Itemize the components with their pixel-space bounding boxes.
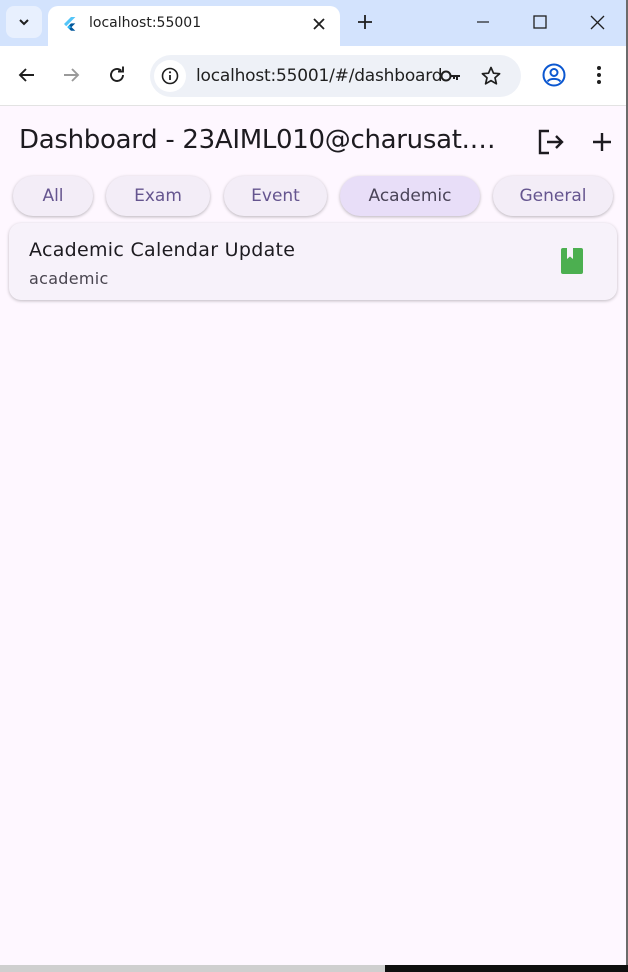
- browser-menu-button[interactable]: [585, 61, 613, 89]
- new-tab-button[interactable]: [352, 9, 378, 35]
- chip-label: Academic: [368, 186, 452, 206]
- filter-chip-event[interactable]: Event: [224, 176, 327, 216]
- chip-label: General: [519, 186, 587, 206]
- url-text[interactable]: localhost:55001/#/dashboard: [196, 66, 443, 86]
- close-icon: [590, 15, 604, 29]
- key-icon: [440, 70, 460, 82]
- star-icon: [481, 66, 501, 85]
- add-notice-button[interactable]: [586, 126, 618, 158]
- profile-icon: [542, 63, 566, 87]
- logout-button[interactable]: [535, 126, 567, 158]
- maximize-button[interactable]: [517, 7, 563, 37]
- notice-title: Academic Calendar Update: [29, 239, 296, 261]
- kebab-menu-icon: [597, 66, 601, 84]
- reload-icon: [110, 66, 124, 82]
- taskbar-strip: [0, 965, 385, 972]
- notice-category: academic: [29, 269, 109, 288]
- browser-window: localhost:55001 localhost:55001/#/dashbo…: [0, 0, 626, 965]
- chip-label: Exam: [134, 186, 182, 206]
- page-title: Dashboard - 23AIML010@charusat.edu.in: [19, 125, 509, 155]
- chip-label: Event: [251, 186, 300, 206]
- arrow-left-icon: [18, 68, 34, 82]
- forward-button[interactable]: [57, 61, 85, 89]
- filter-chip-all[interactable]: All: [13, 176, 93, 216]
- tab-close-button[interactable]: [310, 15, 328, 33]
- maximize-icon: [533, 15, 547, 29]
- minimize-icon: [477, 21, 489, 23]
- reload-button[interactable]: [103, 61, 131, 89]
- taskbar-strip-dark: [385, 965, 628, 972]
- bookmark-button[interactable]: [479, 64, 503, 88]
- arrow-right-icon: [64, 68, 80, 82]
- browser-tab[interactable]: localhost:55001: [48, 6, 340, 46]
- close-icon: [313, 18, 325, 30]
- filter-chip-general[interactable]: General: [493, 176, 613, 216]
- profile-button[interactable]: [540, 61, 568, 89]
- filter-chip-exam[interactable]: Exam: [106, 176, 210, 216]
- minimize-button[interactable]: [460, 7, 506, 37]
- filter-chip-academic[interactable]: Academic: [340, 176, 480, 216]
- address-bar[interactable]: localhost:55001/#/dashboard: [150, 55, 521, 97]
- app-bar: Dashboard - 23AIML010@charusat.edu.in: [0, 106, 626, 176]
- logout-icon: [538, 129, 564, 155]
- add-icon: [593, 133, 611, 151]
- tab-strip: localhost:55001: [0, 0, 626, 46]
- plus-icon: [358, 15, 372, 29]
- flutter-icon: [64, 17, 76, 31]
- notice-card[interactable]: Academic Calendar Update academic: [9, 223, 617, 300]
- chip-label: All: [42, 186, 64, 206]
- tab-title: localhost:55001: [89, 15, 202, 31]
- info-icon: [161, 67, 179, 85]
- password-button[interactable]: [439, 64, 463, 88]
- chevron-down-icon: [19, 19, 29, 26]
- browser-toolbar: localhost:55001/#/dashboard: [0, 46, 626, 106]
- close-window-button[interactable]: [574, 7, 620, 37]
- book-icon: [561, 248, 583, 274]
- back-button[interactable]: [13, 61, 41, 89]
- tab-search-button[interactable]: [6, 6, 42, 38]
- site-info-button[interactable]: [154, 60, 186, 92]
